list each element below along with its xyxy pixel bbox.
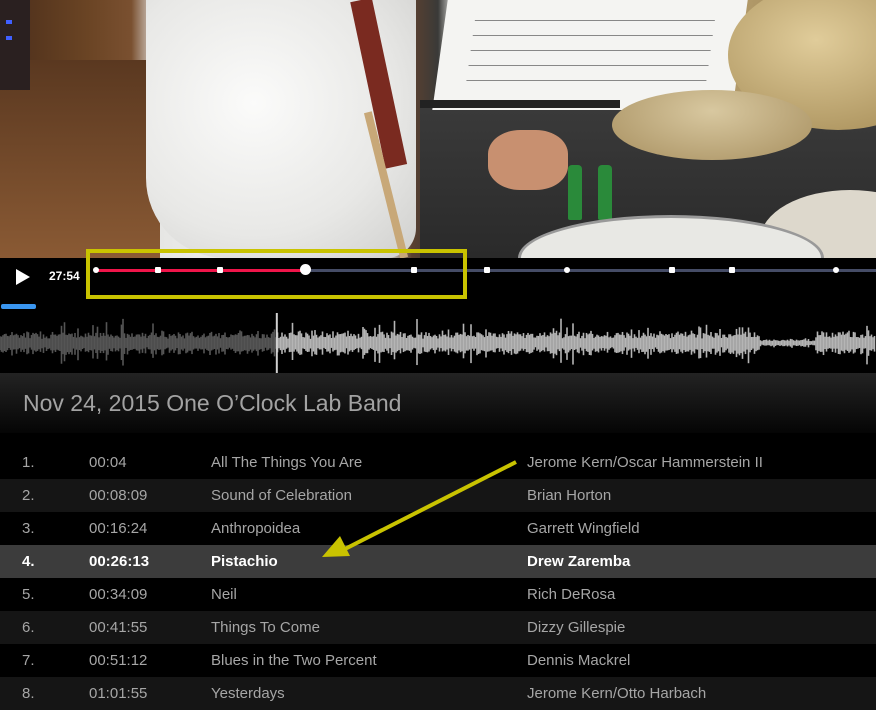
video-equipment-rack (0, 0, 30, 90)
video-music-stand (420, 100, 620, 108)
concert-header: Nov 24, 2015 One O’Clock Lab Band (0, 373, 876, 433)
track-list: 1. 00:04 All The Things You Are Jerome K… (0, 446, 876, 710)
seek-bar[interactable] (93, 264, 876, 275)
track-composer: Dizzy Gillespie (527, 619, 626, 636)
seek-bar-played (96, 269, 305, 272)
chapter-marker[interactable] (669, 267, 676, 273)
video-bottle (568, 165, 582, 220)
track-composer: Jerome Kern/Oscar Hammerstein II (527, 454, 763, 471)
video-hihat-cymbal (612, 90, 812, 160)
chapter-marker[interactable] (217, 267, 224, 273)
track-title[interactable]: Sound of Celebration (211, 487, 352, 504)
chapter-marker[interactable] (93, 267, 99, 273)
track-number: 7. (22, 652, 35, 669)
track-start-time[interactable]: 01:01:55 (89, 685, 147, 702)
audio-waveform[interactable] (0, 313, 876, 373)
chapter-marker[interactable] (483, 267, 490, 273)
play-icon[interactable] (16, 269, 30, 285)
track-number: 8. (22, 685, 35, 702)
track-composer: Garrett Wingfield (527, 520, 640, 537)
chapter-marker[interactable] (154, 267, 161, 273)
track-row[interactable]: 2. 00:08:09 Sound of Celebration Brian H… (0, 479, 876, 512)
track-number: 3. (22, 520, 35, 537)
track-title[interactable]: Anthropoidea (211, 520, 300, 537)
current-time: 27:54 (49, 269, 80, 283)
track-start-time[interactable]: 00:34:09 (89, 586, 147, 603)
chapter-marker[interactable] (411, 267, 418, 273)
track-row[interactable]: 3. 00:16:24 Anthropoidea Garrett Wingfie… (0, 512, 876, 545)
track-composer: Dennis Mackrel (527, 652, 631, 669)
track-title[interactable]: Pistachio (211, 553, 278, 570)
track-start-time[interactable]: 00:26:13 (89, 553, 149, 570)
track-title[interactable]: Blues in the Two Percent (211, 652, 377, 669)
track-number: 4. (22, 553, 35, 570)
track-composer: Drew Zaremba (527, 553, 631, 570)
track-start-time[interactable]: 00:51:12 (89, 652, 147, 669)
track-title[interactable]: Yesterdays (211, 685, 285, 702)
concert-title: Nov 24, 2015 One O’Clock Lab Band (23, 390, 402, 416)
track-start-time[interactable]: 00:08:09 (89, 487, 147, 504)
video-bottle (598, 165, 612, 220)
track-composer: Rich DeRosa (527, 586, 616, 603)
track-start-time[interactable]: 00:16:24 (89, 520, 147, 537)
chapter-marker[interactable] (729, 267, 736, 273)
track-title[interactable]: All The Things You Are (211, 454, 362, 471)
track-title[interactable]: Neil (211, 586, 237, 603)
track-number: 2. (22, 487, 35, 504)
track-start-time[interactable]: 00:04 (89, 454, 127, 471)
track-number: 6. (22, 619, 35, 636)
track-composer: Brian Horton (527, 487, 612, 504)
track-row[interactable]: 7. 00:51:12 Blues in the Two Percent Den… (0, 644, 876, 677)
track-number: 1. (22, 454, 35, 471)
player-controls: 27:54 (0, 258, 876, 298)
video-frame[interactable] (0, 0, 876, 258)
track-title[interactable]: Things To Come (211, 619, 320, 636)
loading-indicator (1, 304, 36, 309)
track-row-active[interactable]: 4. 00:26:13 Pistachio Drew Zaremba (0, 545, 876, 578)
track-row[interactable]: 8. 01:01:55 Yesterdays Jerome Kern/Otto … (0, 677, 876, 710)
track-row[interactable]: 1. 00:04 All The Things You Are Jerome K… (0, 446, 876, 479)
track-number: 5. (22, 586, 35, 603)
chapter-marker[interactable] (833, 267, 840, 273)
video-hand (488, 130, 568, 190)
seek-thumb[interactable] (300, 264, 312, 275)
track-row[interactable]: 5. 00:34:09 Neil Rich DeRosa (0, 578, 876, 611)
track-start-time[interactable]: 00:41:55 (89, 619, 147, 636)
chapter-marker[interactable] (564, 267, 571, 273)
track-row[interactable]: 6. 00:41:55 Things To Come Dizzy Gillesp… (0, 611, 876, 644)
track-composer: Jerome Kern/Otto Harbach (527, 685, 707, 702)
